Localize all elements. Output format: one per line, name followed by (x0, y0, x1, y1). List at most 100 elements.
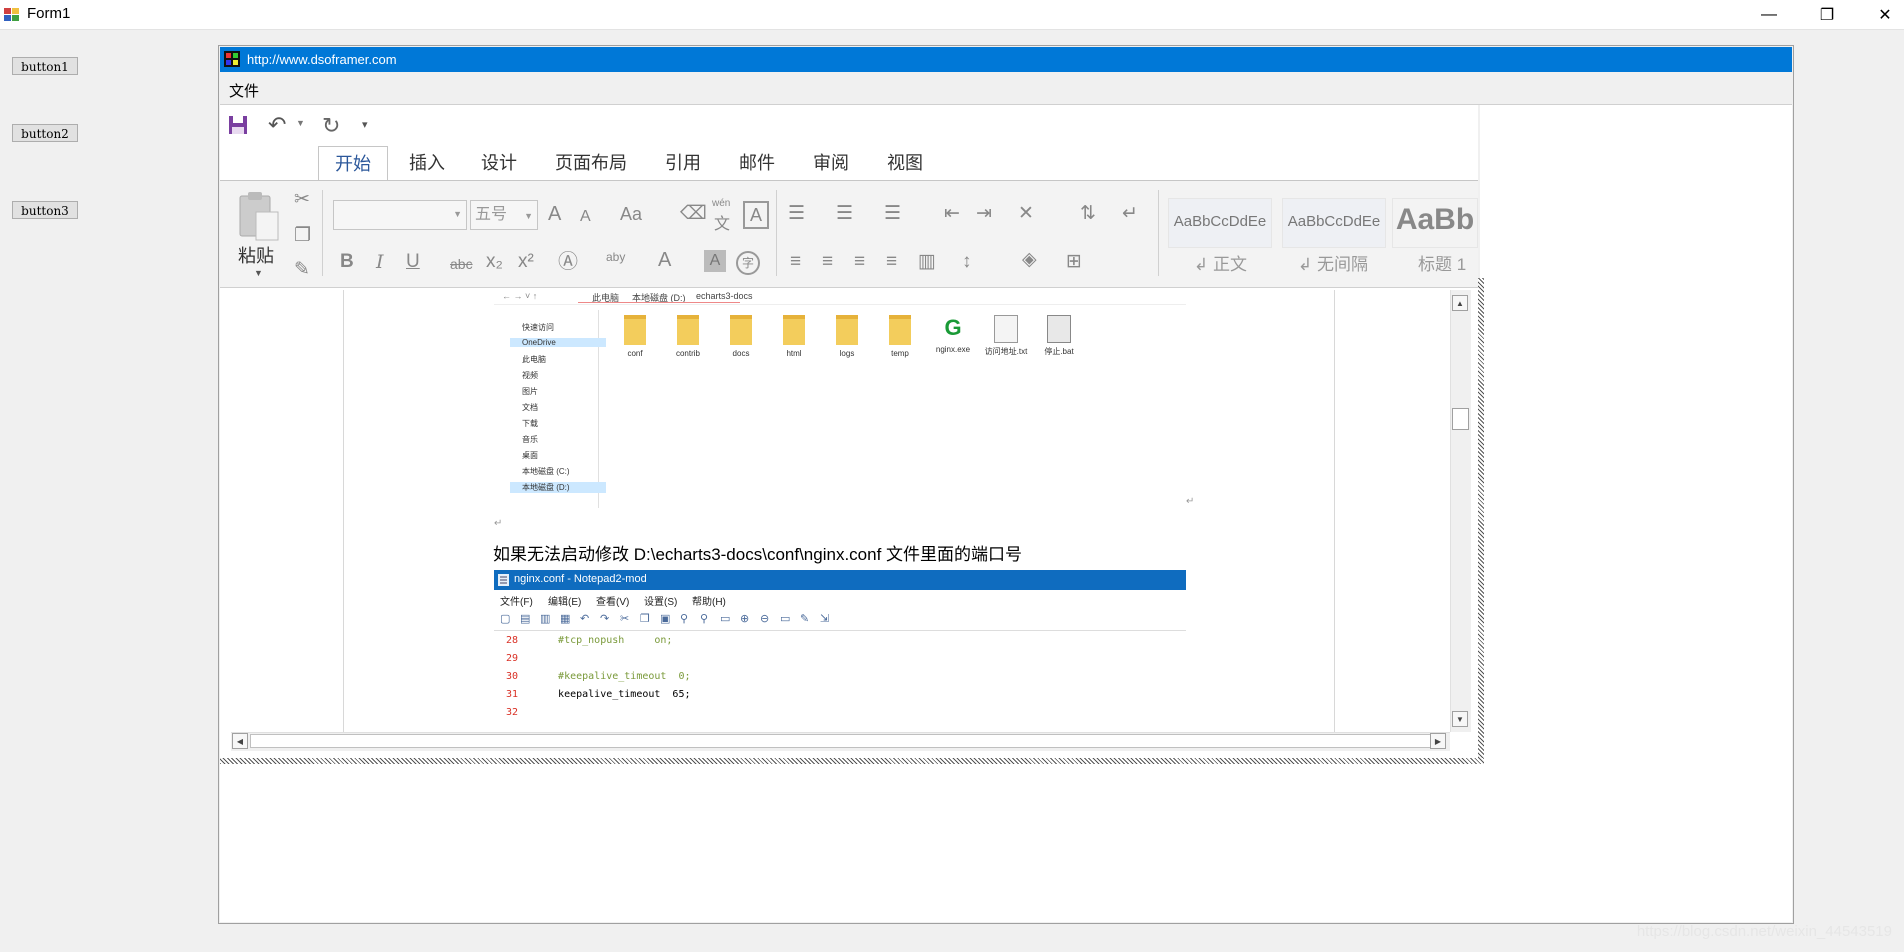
style-normal[interactable]: AaBbCcDdEe (1168, 198, 1272, 248)
save-icon[interactable] (228, 115, 248, 135)
resize-border-right[interactable] (1478, 278, 1484, 762)
justify-icon[interactable]: ≡ (886, 252, 897, 272)
superscript-icon[interactable]: x² (518, 252, 534, 272)
tab-mailings[interactable]: 邮件 (732, 146, 782, 180)
font-name-dropdown-icon[interactable]: ▼ (453, 209, 462, 219)
vertical-scrollbar[interactable] (1450, 290, 1471, 732)
customize-qat-icon[interactable]: ▾ (362, 118, 368, 131)
notepad-toolbar-icon: ↷ (600, 613, 610, 625)
shrink-font-icon[interactable]: A (580, 207, 591, 227)
clear-format-icon[interactable]: ⌫ (680, 204, 707, 224)
highlight-icon[interactable]: aby (606, 250, 625, 264)
style-normal-sample: AaBbCcDdEe (1173, 213, 1267, 230)
notepad-toolbar-icon: ✂ (620, 613, 630, 625)
tab-review[interactable]: 审阅 (806, 146, 856, 180)
font-size-combo[interactable]: 五号 ▼ (470, 200, 538, 230)
scroll-up-button[interactable]: ▲ (1452, 295, 1468, 311)
paste-dropdown-icon[interactable]: ▼ (254, 268, 263, 278)
font-size-dropdown-icon[interactable]: ▼ (524, 202, 533, 230)
text-direction-icon[interactable]: ✕ (1018, 204, 1034, 224)
scroll-left-button[interactable]: ◀ (232, 733, 248, 749)
text-effects-icon[interactable]: Ⓐ (558, 252, 578, 272)
underline-icon[interactable]: U (406, 252, 420, 272)
font-color-icon[interactable]: A (658, 250, 671, 270)
bullets-icon[interactable]: ☰ (788, 204, 805, 224)
menu-file[interactable]: 文件 (229, 80, 259, 101)
strikethrough-icon[interactable]: abc (450, 256, 473, 272)
dsoframer-title: http://www.dsoframer.com (247, 52, 397, 67)
tab-references[interactable]: 引用 (658, 146, 708, 180)
char-shading-icon[interactable]: A (704, 250, 726, 272)
tab-insert[interactable]: 插入 (402, 146, 452, 180)
document-paragraph: 如果无法启动修改 D:\echarts3-docs\conf\nginx.con… (493, 545, 1023, 564)
explorer-nav-item: 文档 (522, 403, 538, 412)
paste-icon[interactable] (236, 190, 284, 242)
restore-button[interactable]: ❐ (1804, 0, 1850, 29)
char-border-icon[interactable]: A (743, 201, 769, 229)
format-painter-icon[interactable]: ✎ (294, 260, 310, 280)
style-no-spacing-label: ↲ 无间隔 (1298, 255, 1368, 274)
line-number: 28 (506, 635, 519, 646)
notepad-toolbar-icon: ▭ (780, 613, 791, 625)
explorer-file-item: contrib (662, 315, 714, 358)
numbering-icon[interactable]: ☰ (836, 204, 853, 224)
change-case-icon[interactable]: Aa (620, 204, 642, 224)
pinyin-guide-char[interactable]: 文 (714, 210, 730, 234)
decrease-indent-icon[interactable]: ⇤ (944, 204, 960, 224)
button3[interactable]: button3 (12, 201, 78, 219)
cut-icon[interactable]: ✂ (294, 190, 310, 210)
show-marks-icon[interactable]: ↵ (1122, 204, 1138, 224)
page-margin-right (1334, 290, 1335, 732)
close-button[interactable]: ✕ (1862, 0, 1904, 29)
subscript-icon[interactable]: x₂ (486, 252, 503, 272)
shading-icon[interactable]: ◈ (1022, 250, 1037, 270)
sort-icon[interactable]: ⇅ (1080, 204, 1096, 224)
style-no-spacing[interactable]: AaBbCcDdEe (1282, 198, 1386, 248)
italic-icon[interactable]: I (376, 252, 384, 272)
explorer-nav-item: 桌面 (522, 451, 538, 460)
explorer-nav-item: 快速访问 (522, 323, 554, 332)
borders-icon[interactable]: ⊞ (1066, 252, 1082, 272)
button1[interactable]: button1 (12, 57, 78, 75)
bold-icon[interactable]: B (340, 252, 354, 272)
scroll-down-button[interactable]: ▼ (1452, 711, 1468, 727)
notepad-menu-item: 编辑(E) (548, 597, 582, 608)
style-heading1-sample: AaBb (1395, 203, 1475, 236)
distributed-icon[interactable]: ▥ (918, 252, 936, 272)
minimize-button[interactable]: — (1746, 0, 1792, 29)
style-heading1[interactable]: AaBb (1392, 198, 1478, 248)
paste-label[interactable]: 粘贴 (238, 242, 274, 268)
horizontal-scroll-thumb[interactable] (250, 734, 1444, 748)
vertical-scroll-thumb[interactable] (1452, 408, 1469, 430)
enclose-char-icon[interactable]: 字 (736, 251, 760, 275)
scroll-right-button[interactable]: ▶ (1430, 733, 1446, 749)
text-file-icon (994, 315, 1018, 343)
folder-icon (836, 315, 858, 345)
increase-indent-icon[interactable]: ⇥ (976, 204, 992, 224)
tab-layout[interactable]: 页面布局 (548, 146, 634, 180)
button2[interactable]: button2 (12, 124, 78, 142)
notepad-toolbar-icon: ❐ (640, 613, 650, 625)
explorer-file-name: temp (891, 349, 909, 358)
tab-home[interactable]: 开始 (318, 146, 388, 180)
align-right-icon[interactable]: ≡ (854, 252, 865, 272)
multilevel-list-icon[interactable]: ☰ (884, 204, 901, 224)
copy-icon[interactable]: ❐ (294, 226, 311, 246)
tab-design[interactable]: 设计 (474, 146, 524, 180)
align-left-icon[interactable]: ≡ (790, 252, 801, 272)
notepad-menu-item: 设置(S) (644, 597, 678, 608)
notepad-app-icon (498, 574, 509, 586)
repeat-icon[interactable]: ↻ (322, 113, 340, 139)
font-name-combo[interactable]: ▼ (333, 200, 467, 230)
explorer-address-bar: ← → ˅ ↑ 此电脑 本地磁盘 (D:) echarts3-docs (494, 290, 1186, 305)
resize-border-bottom[interactable] (220, 758, 1484, 764)
code-text: #tcp_nopush on; (558, 635, 673, 646)
undo-dropdown-icon[interactable]: ▼ (296, 118, 305, 128)
pinyin-guide-icon[interactable]: wén (712, 198, 730, 209)
line-spacing-icon[interactable]: ↕ (962, 252, 972, 272)
align-center-icon[interactable]: ≡ (822, 252, 833, 272)
tab-view[interactable]: 视图 (880, 146, 930, 180)
line-number: 29 (506, 653, 519, 664)
grow-font-icon[interactable]: A (548, 204, 561, 224)
undo-icon[interactable]: ↶ (268, 114, 292, 136)
